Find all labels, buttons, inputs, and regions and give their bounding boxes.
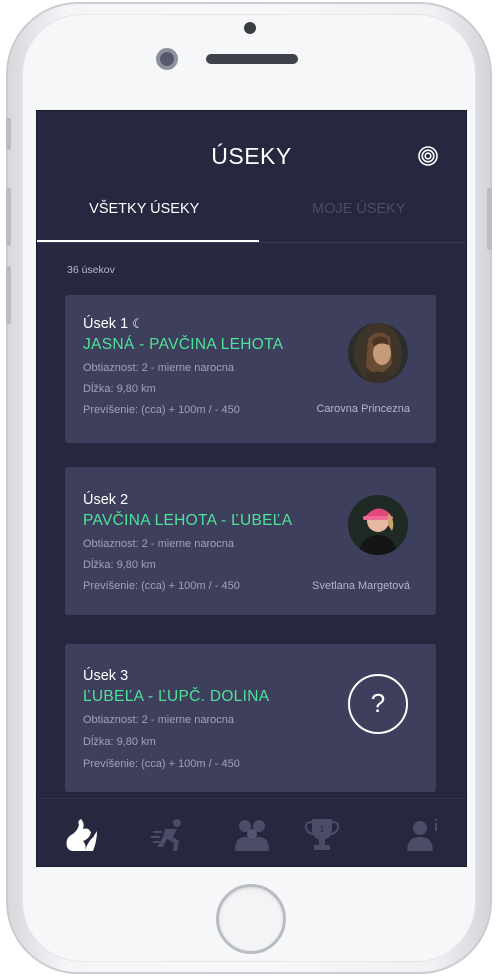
front-camera — [156, 48, 178, 70]
section-route: PAVČINA LEHOTA - ĽUBEĽA — [83, 512, 293, 529]
target-icon[interactable] — [418, 146, 438, 166]
section-title: Úsek 1 ☾ — [83, 316, 144, 332]
trophy-icon[interactable]: 1 — [303, 817, 341, 853]
section-length: Dĺžka: 9,80 km — [83, 736, 156, 748]
volume-up-button — [6, 188, 11, 246]
section-count: 36 úsekov — [67, 264, 115, 276]
section-title-text: Úsek 2 — [83, 492, 129, 508]
proximity-sensor — [244, 22, 256, 34]
section-title: Úsek 2 — [83, 492, 128, 508]
bottom-nav: 1 — [37, 798, 466, 866]
tab-bar: VŠETKY ÚSEKY MOJE ÚSEKY — [37, 201, 466, 243]
app-screen: ÚSEKY VŠETKY ÚSEKY MOJE ÚSEKY 36 úsekov … — [36, 110, 467, 867]
section-route: JASNÁ - PAVČINA LEHOTA — [83, 336, 284, 353]
volume-down-button — [6, 266, 11, 324]
unassigned-runner-icon: ? — [348, 674, 408, 734]
section-length: Dĺžka: 9,80 km — [83, 383, 156, 395]
moon-icon: ☾ — [132, 316, 144, 331]
section-title: Úsek 3 — [83, 668, 128, 684]
app-header: ÚSEKY — [37, 111, 466, 201]
power-button — [487, 188, 492, 250]
section-route: ĽUBEĽA - ĽUPČ. DOLINA — [83, 688, 270, 705]
profile-info-icon[interactable] — [403, 817, 441, 853]
earpiece-speaker — [206, 54, 298, 64]
tab-mine-label: MOJE ÚSEKY — [312, 201, 406, 217]
section-title-text: Úsek 3 — [83, 668, 129, 684]
tab-my-sections[interactable]: MOJE ÚSEKY — [252, 201, 467, 243]
section-title-text: Úsek 1 — [83, 316, 129, 332]
tab-all-label: VŠETKY ÚSEKY — [89, 201, 200, 217]
section-elevation: Prevíšenie: (cca) + 100m / - 450 — [83, 758, 240, 770]
runner-avatar — [348, 323, 408, 383]
home-button[interactable] — [216, 884, 286, 954]
active-tab-indicator — [37, 240, 259, 242]
runner-avatar — [348, 495, 408, 555]
svg-text:1: 1 — [319, 825, 325, 835]
section-elevation: Prevíšenie: (cca) + 100m / - 450 — [83, 580, 240, 592]
section-card-3[interactable]: Úsek 3 ĽUBEĽA - ĽUPČ. DOLINA Obtiaznost:… — [65, 644, 436, 792]
runner-icon[interactable] — [151, 817, 189, 853]
runner-name: Carovna Princezna — [316, 403, 410, 415]
section-elevation: Prevíšenie: (cca) + 100m / - 450 — [83, 404, 240, 416]
tab-all-sections[interactable]: VŠETKY ÚSEKY — [37, 201, 252, 243]
page-title: ÚSEKY — [211, 143, 292, 169]
mute-switch — [6, 118, 11, 150]
runner-name: Svetlana Margetová — [312, 580, 410, 592]
section-difficulty: Obtiaznost: 2 - mierne narocna — [83, 538, 235, 550]
section-card-2[interactable]: Úsek 2 PAVČINA LEHOTA - ĽUBEĽA Obtiaznos… — [65, 467, 436, 615]
section-difficulty: Obtiaznost: 2 - mierne narocna — [83, 362, 235, 374]
section-length: Dĺžka: 9,80 km — [83, 559, 156, 571]
section-card-1[interactable]: Úsek 1 ☾ JASNÁ - PAVČINA LEHOTA Obtiaznos… — [65, 295, 436, 443]
squirrel-logo-icon[interactable] — [63, 817, 101, 853]
team-icon[interactable] — [233, 817, 271, 853]
section-difficulty: Obtiaznost: 2 - mierne narocna — [83, 714, 235, 726]
